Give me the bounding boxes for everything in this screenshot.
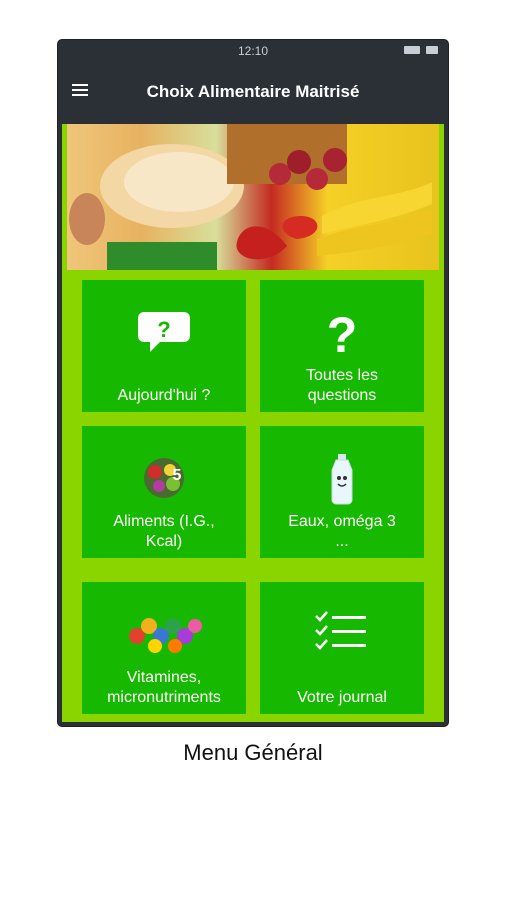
tile-label: Aujourd'hui ? bbox=[117, 387, 211, 404]
tile-eaux-omega[interactable]: Eaux, oméga 3 ... bbox=[260, 426, 424, 558]
signal-icon bbox=[404, 46, 420, 54]
tile-toutes-les-questions[interactable]: ? Toutes les questions bbox=[260, 280, 424, 412]
svg-text:?: ? bbox=[327, 307, 358, 358]
checklist-icon bbox=[312, 608, 372, 652]
tile-aliments[interactable]: 5 Aliments (I.G., Kcal) bbox=[82, 426, 246, 558]
food-basket-icon: 5 bbox=[137, 452, 191, 500]
tile-label: Toutes les questions bbox=[305, 367, 379, 404]
speech-bubble-question-icon: ? bbox=[138, 306, 190, 354]
menu-grid: ? Aujourd'hui ? ? Toutes les questions 5… bbox=[82, 280, 424, 714]
status-bar: 12:10 bbox=[58, 40, 448, 62]
tile-vitamines[interactable]: Vitamines, micronutriments bbox=[82, 582, 246, 714]
hero-food-image bbox=[67, 124, 439, 270]
tile-label: Vitamines, micronutriments bbox=[107, 669, 221, 706]
question-mark-icon: ? bbox=[322, 306, 362, 358]
tile-label: Aliments (I.G., Kcal) bbox=[113, 513, 215, 550]
water-bottle-icon bbox=[329, 452, 355, 506]
screenshot-caption: Menu Général bbox=[183, 740, 323, 765]
vitamin-balls-icon bbox=[125, 608, 203, 656]
food-illustration bbox=[69, 124, 432, 270]
phone-frame: 12:10 Choix Alimentaire Maitrisé ? Aujou… bbox=[58, 40, 448, 726]
tile-aujourdhui[interactable]: ? Aujourd'hui ? bbox=[82, 280, 246, 412]
page-title: Choix Alimentaire Maitrisé bbox=[146, 82, 360, 101]
tile-label: Eaux, oméga 3 ... bbox=[288, 513, 396, 550]
status-time: 12:10 bbox=[237, 44, 269, 58]
svg-text:?: ? bbox=[157, 317, 170, 342]
app-bar: Choix Alimentaire Maitrisé bbox=[58, 62, 448, 122]
status-icons bbox=[404, 46, 438, 54]
tile-votre-journal[interactable]: Votre journal bbox=[260, 582, 424, 714]
battery-icon bbox=[426, 46, 438, 54]
svg-text:5: 5 bbox=[173, 467, 182, 484]
tile-label: Votre journal bbox=[297, 689, 387, 706]
main-content: ? Aujourd'hui ? ? Toutes les questions 5… bbox=[62, 124, 444, 722]
